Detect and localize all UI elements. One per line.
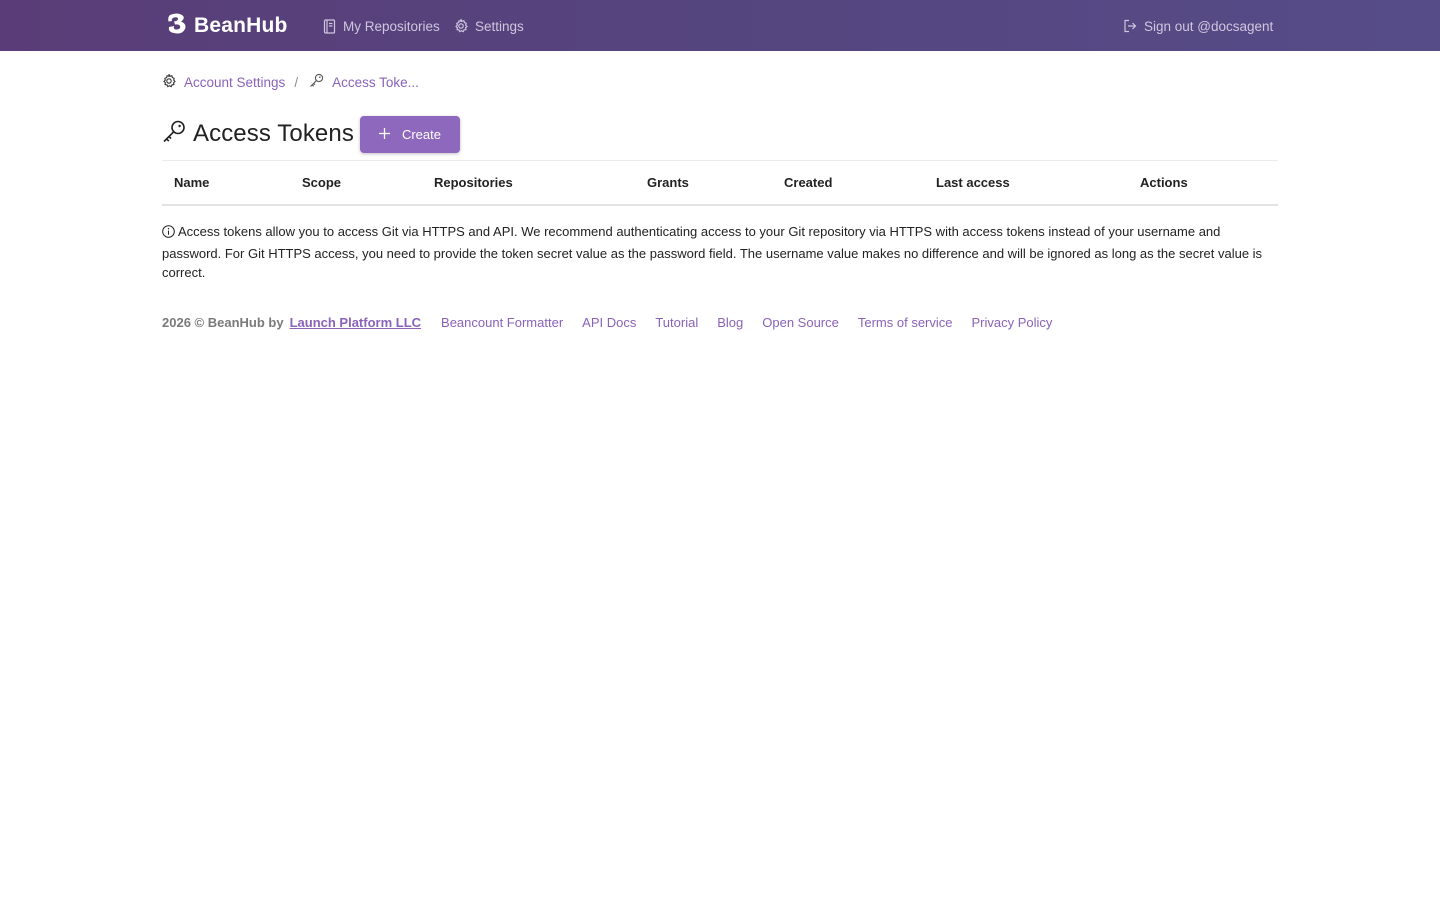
page-header: Access Tokens Create: [162, 115, 460, 153]
top-navbar: BeanHub My Repositories Settings Sign ou…: [0, 0, 1440, 51]
brand-logo-link[interactable]: BeanHub: [166, 13, 288, 39]
nav-settings-label: Settings: [475, 18, 524, 34]
column-header-scope[interactable]: Scope: [290, 161, 422, 205]
create-token-button[interactable]: Create: [359, 115, 460, 153]
footer-link-api-docs[interactable]: API Docs: [582, 315, 636, 330]
column-header-repositories[interactable]: Repositories: [422, 161, 635, 205]
key-icon: [162, 119, 187, 149]
footer-link-blog[interactable]: Blog: [717, 315, 743, 330]
key-icon: [309, 73, 324, 91]
table-header-row: Name Scope Repositories Grants Created L…: [162, 160, 1278, 205]
page-title: Access Tokens: [193, 120, 354, 147]
column-header-name[interactable]: Name: [162, 161, 290, 205]
footer-link-terms-of-service[interactable]: Terms of service: [858, 315, 953, 330]
nav-sign-out[interactable]: Sign out @docsagent: [1123, 16, 1273, 36]
column-header-last-access[interactable]: Last access: [924, 161, 1128, 205]
breadcrumb-account-settings[interactable]: Account Settings: [162, 72, 286, 91]
gear-icon: [162, 72, 176, 91]
breadcrumb-account-settings-label: Account Settings: [184, 74, 286, 90]
nav-my-repositories-label: My Repositories: [343, 18, 440, 34]
breadcrumb-access-tokens[interactable]: Access Toke...: [309, 73, 419, 91]
brand-name: BeanHub: [194, 14, 288, 37]
column-header-actions: Actions: [1140, 174, 1188, 190]
footer-link-tutorial[interactable]: Tutorial: [655, 315, 698, 330]
column-header-created[interactable]: Created: [772, 161, 924, 205]
footer-company-link[interactable]: Launch Platform LLC: [290, 315, 421, 330]
footer-link-open-source[interactable]: Open Source: [762, 315, 839, 330]
info-icon: [162, 224, 175, 244]
nav-settings[interactable]: Settings: [454, 16, 524, 36]
nav-my-repositories[interactable]: My Repositories: [323, 16, 440, 36]
create-token-button-label: Create: [401, 126, 441, 142]
breadcrumb: Account Settings / Access Toke...: [162, 72, 419, 92]
breadcrumb-access-tokens-label: Access Toke...: [332, 74, 419, 90]
sign-out-icon: [1123, 19, 1137, 33]
beanhub-logo-icon: [166, 12, 189, 40]
footer-link-beancount-formatter[interactable]: Beancount Formatter: [441, 315, 563, 330]
sign-out-label: Sign out @docsagent: [1144, 18, 1274, 34]
book-icon: [323, 18, 336, 34]
plus-icon: [378, 127, 390, 142]
footer-link-privacy-policy[interactable]: Privacy Policy: [972, 315, 1053, 330]
access-token-info-notice: Access tokens allow you to access Git vi…: [162, 222, 1278, 283]
access-tokens-table: Name Scope Repositories Grants Created L…: [162, 160, 1278, 206]
breadcrumb-separator: /: [294, 74, 299, 90]
info-notice-text: Access tokens allow you to access Git vi…: [162, 224, 1263, 280]
column-header-grants[interactable]: Grants: [635, 161, 772, 205]
gear-icon: [454, 19, 468, 33]
page-footer: 2026 © BeanHub by Launch Platform LLC Be…: [162, 312, 1052, 332]
footer-copyright: 2026 © BeanHub by: [162, 314, 284, 330]
